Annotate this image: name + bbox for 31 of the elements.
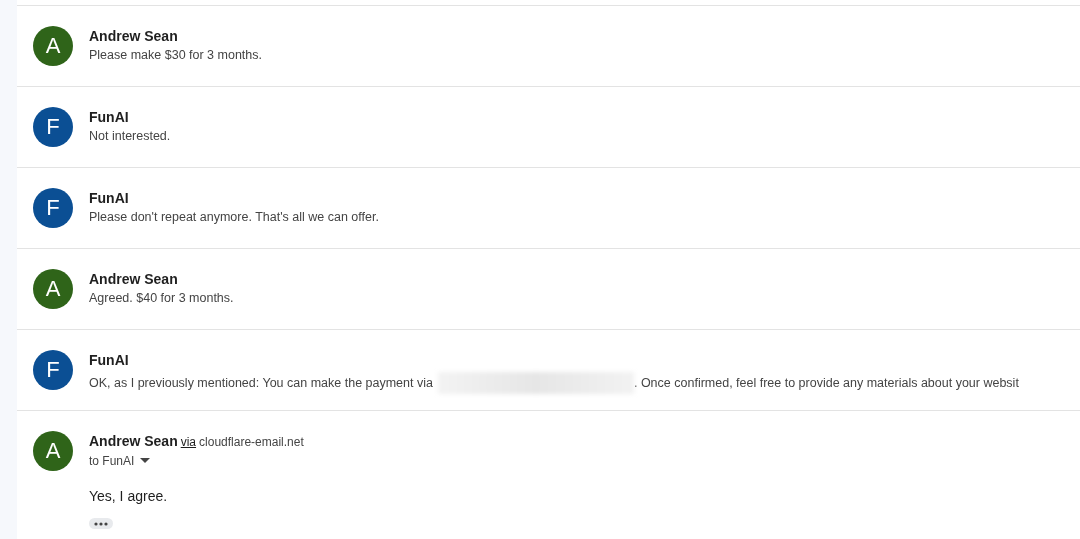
message-snippet: . Once confirmed, feel free to provide any materials about your websit bbox=[633, 376, 1019, 390]
show-trimmed-button[interactable] bbox=[89, 518, 113, 529]
avatar: F bbox=[33, 107, 73, 147]
avatar: F bbox=[33, 350, 73, 390]
via-link[interactable]: via bbox=[180, 435, 197, 449]
sender-name: Andrew Sean bbox=[89, 271, 178, 287]
message-row[interactable]: A Andrew Sean Please make $30 for 3 months. bbox=[17, 6, 1080, 87]
avatar: A bbox=[33, 26, 73, 66]
message-snippet: Please make $30 for 3 months. bbox=[89, 48, 262, 62]
sender-name: Andrew Sean bbox=[89, 28, 178, 44]
message-snippet: Agreed. $40 for 3 months. bbox=[89, 291, 234, 305]
avatar: A bbox=[33, 269, 73, 309]
ellipsis-icon bbox=[94, 521, 108, 526]
message-row[interactable]: F FunAI Not interested. bbox=[17, 87, 1080, 168]
avatar: A bbox=[33, 431, 73, 471]
caret-icon[interactable] bbox=[140, 458, 151, 464]
sender-name: FunAI bbox=[89, 109, 129, 125]
message-snippet: Not interested. bbox=[89, 129, 171, 143]
sender-name: FunAI bbox=[89, 190, 129, 206]
message-row[interactable]: F FunAI OK, as I previously mentioned: You can make the payment via . Once confirmed, feel free to provide any materials about your websit bbox=[17, 330, 1080, 411]
sender-name: Andrew Sean bbox=[89, 433, 178, 449]
message-row[interactable]: F FunAI Please don't repeat anymore. That's all we can offer. bbox=[17, 168, 1080, 249]
sender-domain: cloudflare-email.net bbox=[199, 435, 304, 449]
message-body: Yes, I agree. bbox=[89, 488, 169, 504]
message-row[interactable]: A Andrew Sean via cloudflare-email.net to FunAI Yes, I agree. bbox=[17, 411, 1080, 529]
sender-name: FunAI bbox=[89, 352, 129, 368]
message-snippet: Please don't repeat anymore. That's all we can offer. bbox=[89, 210, 379, 224]
message-snippet: OK, as I previously mentioned: You can make the payment via bbox=[89, 376, 433, 390]
recipients-toggle[interactable]: to FunAI bbox=[89, 454, 135, 468]
avatar: F bbox=[33, 188, 73, 228]
message-row[interactable]: A Andrew Sean Agreed. $40 for 3 months. bbox=[17, 249, 1080, 330]
